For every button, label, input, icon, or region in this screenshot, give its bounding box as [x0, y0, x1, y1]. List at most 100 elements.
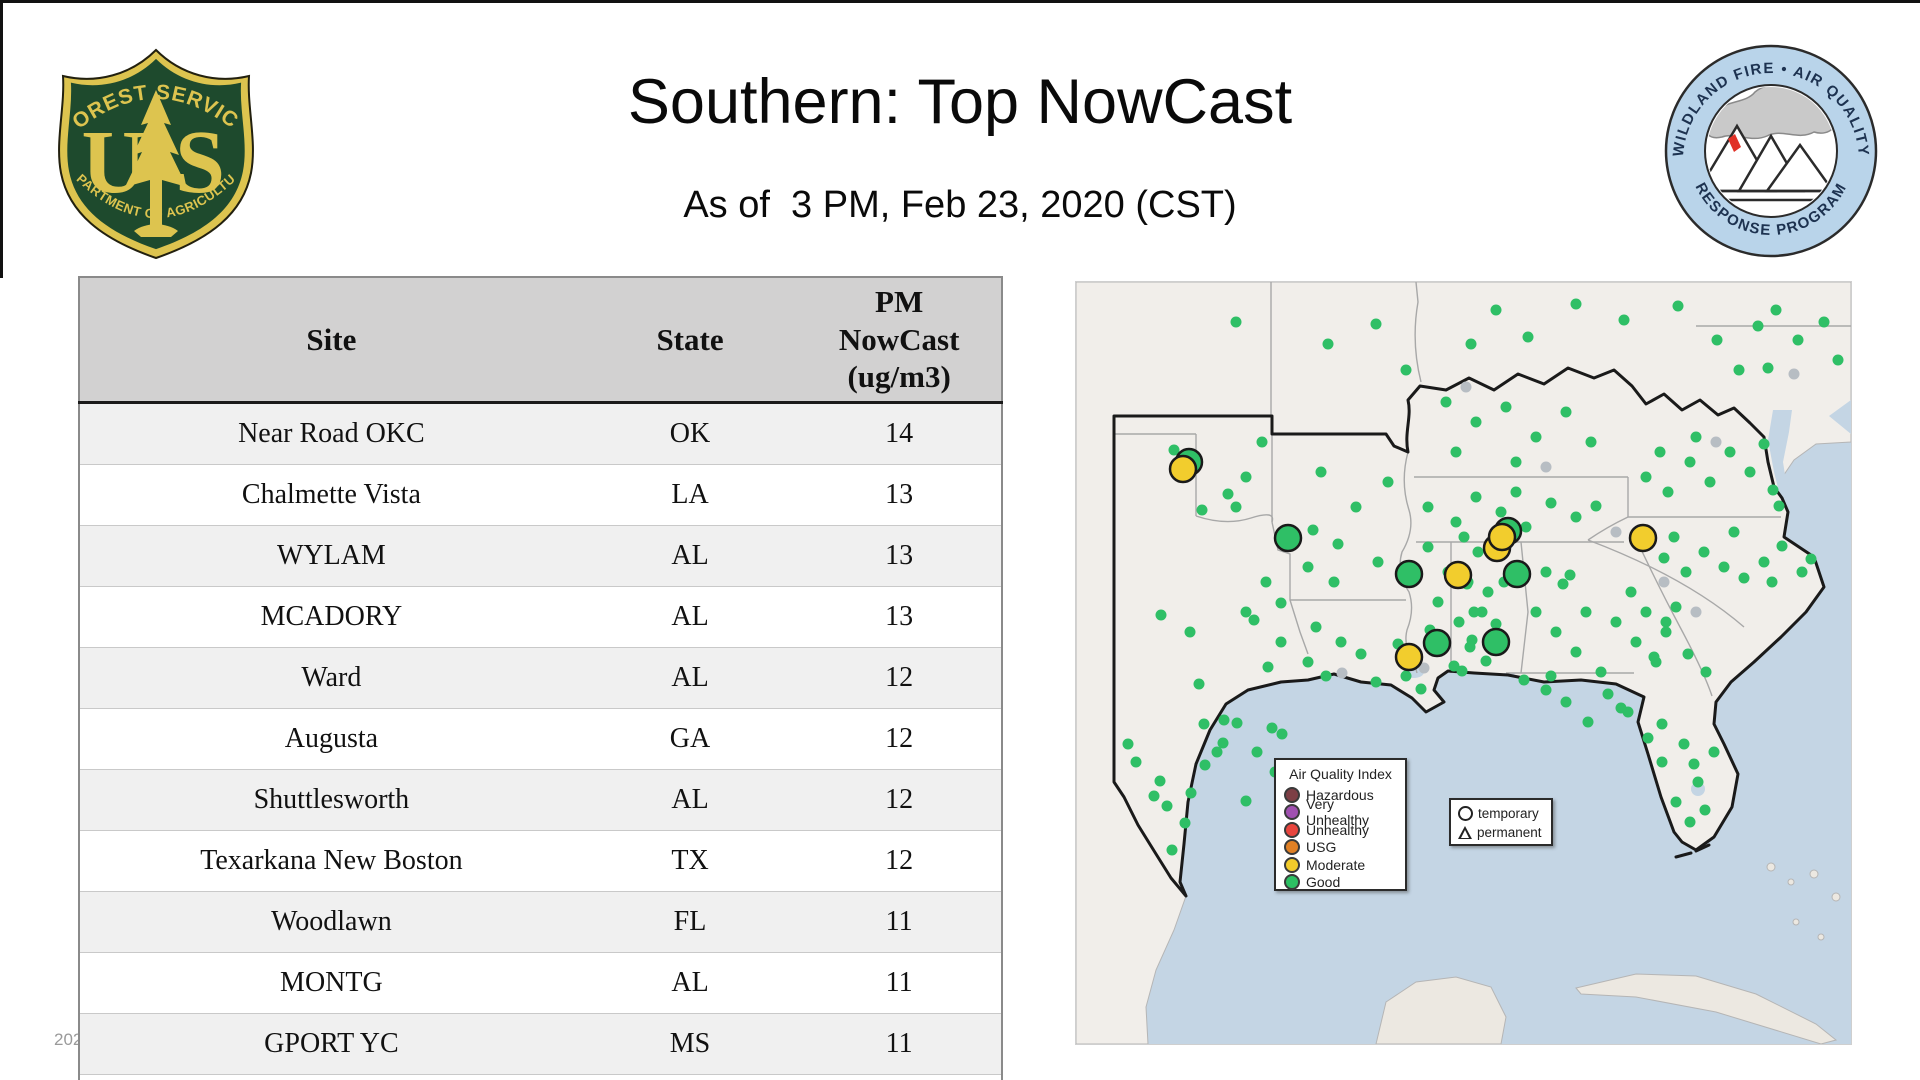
aqi-swatch-icon [1284, 804, 1300, 821]
good-monitor-dot [1422, 501, 1434, 513]
good-monitor-dot [1370, 318, 1382, 330]
aqi-swatch-icon [1284, 786, 1300, 803]
column-header: Site [79, 277, 583, 404]
good-monitor-dot [1490, 304, 1502, 316]
aqi-legend-item: USG [1282, 839, 1399, 857]
table-row: Chalmette Vista LA 13 [79, 464, 1002, 526]
good-monitor-dot [1464, 641, 1476, 653]
good-monitor-dot [1585, 436, 1597, 448]
good-monitor-dot [1557, 578, 1569, 590]
good-monitor-dot [1480, 655, 1492, 667]
page-title: Southern: Top NowCast [627, 67, 1293, 137]
good-monitor-dot [1744, 466, 1756, 478]
good-monitor-dot [1495, 506, 1507, 518]
good-monitor-dot [1335, 636, 1347, 648]
table-cell: 12 [797, 647, 1002, 709]
good-monitor-dot [1510, 456, 1522, 468]
good-monitor-dot [1458, 531, 1470, 543]
good-monitor-dot [1422, 541, 1434, 553]
good-monitor-dot [1545, 670, 1557, 682]
good-monitor-dot [1148, 790, 1160, 802]
good-monitor-dot [1615, 702, 1627, 714]
good-monitor-dot [1792, 334, 1804, 346]
good-monitor-dot [1230, 501, 1242, 513]
good-monitor-dot [1668, 531, 1680, 543]
good-monitor-dot [1658, 552, 1670, 564]
good-monitor-dot [1240, 795, 1252, 807]
good-monitor-dot [1251, 746, 1263, 758]
good-monitor-dot [1275, 597, 1287, 609]
table-cell: 14 [797, 402, 1002, 465]
gray-monitor-dot [1540, 461, 1552, 473]
good-monitor-dot [1660, 626, 1672, 638]
table-cell: 13 [797, 525, 1002, 587]
table-cell: TX [582, 830, 798, 892]
table-cell: 12 [797, 830, 1002, 892]
table-cell: AL [582, 952, 798, 1014]
good-monitor-dot [1805, 553, 1817, 565]
good-monitor-dot [1415, 683, 1427, 695]
table-cell: MS [582, 1013, 798, 1075]
table-row: Near Road OKC OK 14 [79, 402, 1002, 465]
table-cell: 13 [797, 464, 1002, 526]
good-site-marker [1273, 523, 1303, 553]
good-monitor-dot [1708, 746, 1720, 758]
good-monitor-dot [1440, 396, 1452, 408]
good-monitor-dot [1166, 844, 1178, 856]
good-monitor-dot [1266, 722, 1278, 734]
table-cell: 11 [797, 891, 1002, 953]
good-monitor-dot [1724, 446, 1736, 458]
good-site-marker [1502, 559, 1532, 589]
permanent-marker-icon [1458, 826, 1472, 839]
good-monitor-dot [1678, 738, 1690, 750]
aqi-swatch-icon [1284, 821, 1300, 838]
good-monitor-dot [1500, 401, 1512, 413]
good-monitor-dot [1470, 416, 1482, 428]
good-monitor-dot [1595, 666, 1607, 678]
good-monitor-dot [1240, 471, 1252, 483]
temporary-marker-icon [1458, 806, 1473, 821]
good-site-marker [1422, 628, 1452, 658]
good-monitor-dot [1682, 648, 1694, 660]
good-monitor-dot [1560, 696, 1572, 708]
table-cell: AL [582, 586, 798, 648]
gray-monitor-dot [1460, 381, 1472, 393]
good-monitor-dot [1767, 484, 1779, 496]
moderate-site-marker [1394, 642, 1424, 672]
good-monitor-dot [1618, 314, 1630, 326]
good-monitor-dot [1752, 320, 1764, 332]
good-monitor-dot [1222, 488, 1234, 500]
good-monitor-dot [1560, 406, 1572, 418]
good-monitor-dot [1570, 511, 1582, 523]
good-monitor-dot [1350, 501, 1362, 513]
good-monitor-dot [1256, 436, 1268, 448]
moderate-site-marker [1487, 522, 1517, 552]
screen-left-edge [0, 0, 3, 278]
table-cell: MCADORY [79, 586, 583, 648]
gray-monitor-dot [1690, 606, 1702, 618]
aqi-swatch-icon [1284, 839, 1300, 856]
table-row: MONTG AL 11 [79, 952, 1002, 1014]
good-monitor-dot [1456, 665, 1468, 677]
table-cell: 12 [797, 708, 1002, 770]
good-monitor-dot [1570, 298, 1582, 310]
aqi-legend-title: Air Quality Index [1289, 766, 1392, 782]
table-cell: AL [582, 647, 798, 709]
table-cell: AL [582, 769, 798, 831]
good-monitor-dot [1231, 717, 1243, 729]
table-cell: GPORT YC [79, 1013, 583, 1075]
good-monitor-dot [1550, 626, 1562, 638]
table-row: Hinds CCMS11 [79, 1074, 1002, 1080]
table-cell: MONTG [79, 952, 583, 1014]
table-row: GPORT YC MS 11 [79, 1013, 1002, 1075]
table-row: Texarkana New Boston TX 12 [79, 830, 1002, 892]
good-monitor-dot [1450, 446, 1462, 458]
table-cell: Ward [79, 647, 583, 709]
good-monitor-dot [1662, 486, 1674, 498]
good-monitor-dot [1728, 526, 1740, 538]
temporary-label: temporary [1478, 806, 1539, 821]
good-monitor-dot [1670, 601, 1682, 613]
good-monitor-dot [1672, 300, 1684, 312]
good-monitor-dot [1540, 684, 1552, 696]
good-monitor-dot [1470, 491, 1482, 503]
